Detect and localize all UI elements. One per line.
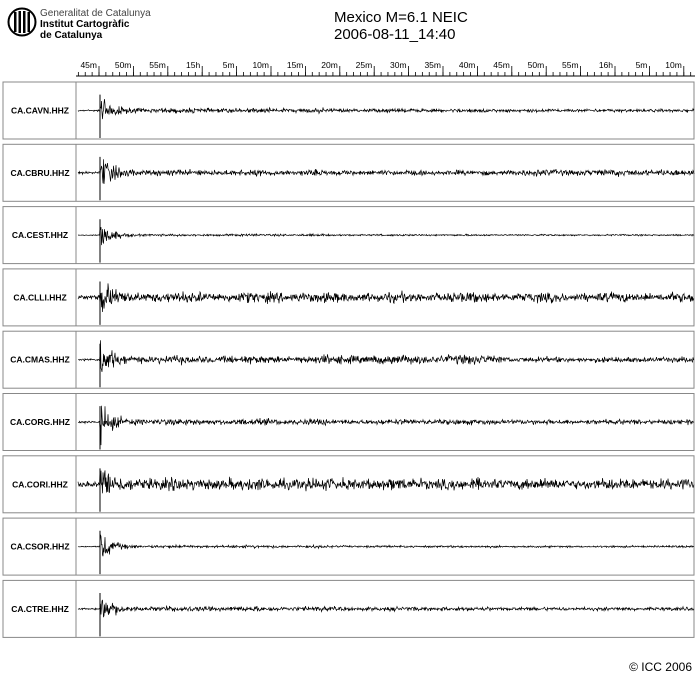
station-label: CA.CLLI.HHZ [13,292,66,302]
seismogram-chart: 45m 50m 55m 15h 5m 10m 15m 20m 25m 30m 35m 40m 45m 50… [2,60,695,638]
station-label: CA.CSOR.HHZ [10,542,69,552]
station-label: CA.CORI.HHZ [12,479,68,489]
time-axis-tick-label: 35m [424,60,441,70]
station-label: CA.CMAS.HHZ [10,355,70,365]
time-axis-tick-label: 5m [223,60,235,70]
station-label: CA.CEST.HHZ [12,230,68,240]
station-label: CA.CBRU.HHZ [10,168,69,178]
copyright: © ICC 2006 [629,660,692,674]
station-label: CA.CORG.HHZ [10,417,70,427]
time-axis-tick-label: 10m [665,60,682,70]
station-label: CA.CAVN.HHZ [11,106,69,116]
time-axis-tick-label: 30m [390,60,407,70]
time-axis-tick-label: 5m [636,60,648,70]
time-axis-tick-label: 45m [493,60,510,70]
time-axis-tick-label: 40m [459,60,476,70]
time-axis-tick-label: 15m [287,60,304,70]
time-axis-tick-label: 55m [562,60,579,70]
time-axis-tick-label: 20m [321,60,338,70]
time-axis-tick-label: 50m [115,60,132,70]
time-axis-tick-label: 50m [528,60,545,70]
time-axis-tick-label: 55m [149,60,166,70]
time-axis-tick-label: 15h [186,60,200,70]
time-axis-tick-label: 16h [599,60,613,70]
time-axis-tick-label: 10m [252,60,269,70]
station-label: CA.CTRE.HHZ [11,604,69,614]
time-axis-tick-label: 45m [80,60,97,70]
time-axis-tick-label: 25m [356,60,373,70]
